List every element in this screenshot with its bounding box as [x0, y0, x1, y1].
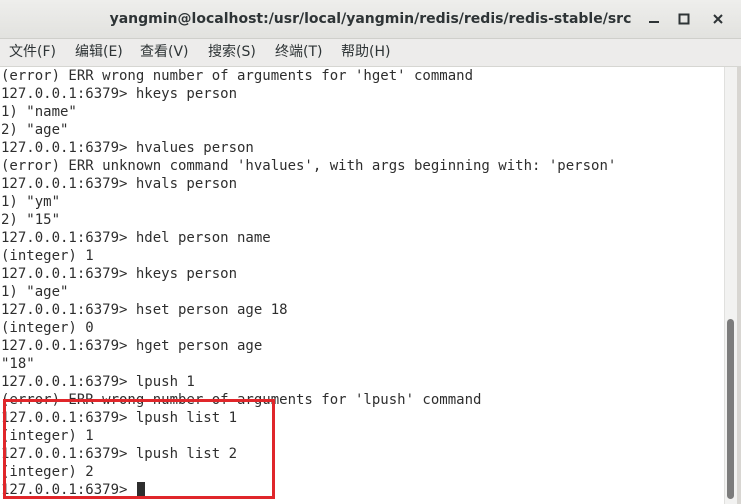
terminal-line: 1) "ym" [1, 194, 61, 210]
terminal-line: 127.0.0.1:6379> hkeys person [1, 266, 238, 282]
menu-help[interactable]: 帮助(H) [341, 39, 390, 66]
window-title: yangmin@localhost:/usr/local/yangmin/red… [109, 11, 632, 27]
terminal-line: (integer) 0 [1, 320, 94, 336]
terminal-line: 1) "name" [1, 104, 77, 120]
menu-edit[interactable]: 编辑(E) [75, 39, 123, 66]
menu-file[interactable]: 文件(F) [9, 39, 56, 66]
title-bar[interactable]: yangmin@localhost:/usr/local/yangmin/red… [0, 0, 741, 39]
vertical-scrollbar[interactable] [724, 67, 737, 504]
terminal-line: (error) ERR unknown command 'hvalues', w… [1, 158, 617, 174]
maximize-icon [678, 13, 690, 25]
maximize-button[interactable] [672, 7, 696, 31]
terminal-line: 1) "age" [1, 284, 69, 300]
terminal-line: 127.0.0.1:6379> hkeys person [1, 86, 238, 102]
terminal-line: 127.0.0.1:6379> hvals person [1, 176, 238, 192]
terminal-line: 127.0.0.1:6379> hset person age 18 [1, 302, 288, 318]
terminal-line: 2) "age" [1, 122, 69, 138]
close-button[interactable] [706, 7, 730, 31]
menu-bar: 文件(F) 编辑(E) 查看(V) 搜索(S) 终端(T) 帮助(H) [0, 39, 741, 67]
terminal-window: yangmin@localhost:/usr/local/yangmin/red… [0, 0, 741, 504]
red-highlight-annotation [3, 399, 275, 499]
terminal-line: 127.0.0.1:6379> hdel person name [1, 230, 271, 246]
terminal-line: (error) ERR wrong number of arguments fo… [1, 68, 474, 84]
close-icon [713, 14, 723, 24]
terminal-line: 127.0.0.1:6379> hget person age [1, 338, 263, 354]
terminal-line: 2) "15" [1, 212, 61, 228]
minimize-icon [649, 21, 659, 23]
terminal-line: (integer) 1 [1, 248, 94, 264]
terminal-line: 127.0.0.1:6379> hvalues person [1, 140, 254, 156]
scrollbar-thumb[interactable] [727, 319, 734, 499]
menu-search[interactable]: 搜索(S) [208, 39, 256, 66]
terminal-line: "18" [1, 356, 35, 372]
menu-view[interactable]: 查看(V) [140, 39, 189, 66]
minimize-button[interactable] [642, 7, 666, 31]
menu-terminal[interactable]: 终端(T) [275, 39, 322, 66]
window-edge [737, 67, 741, 504]
terminal-line: 127.0.0.1:6379> lpush 1 [1, 374, 195, 390]
